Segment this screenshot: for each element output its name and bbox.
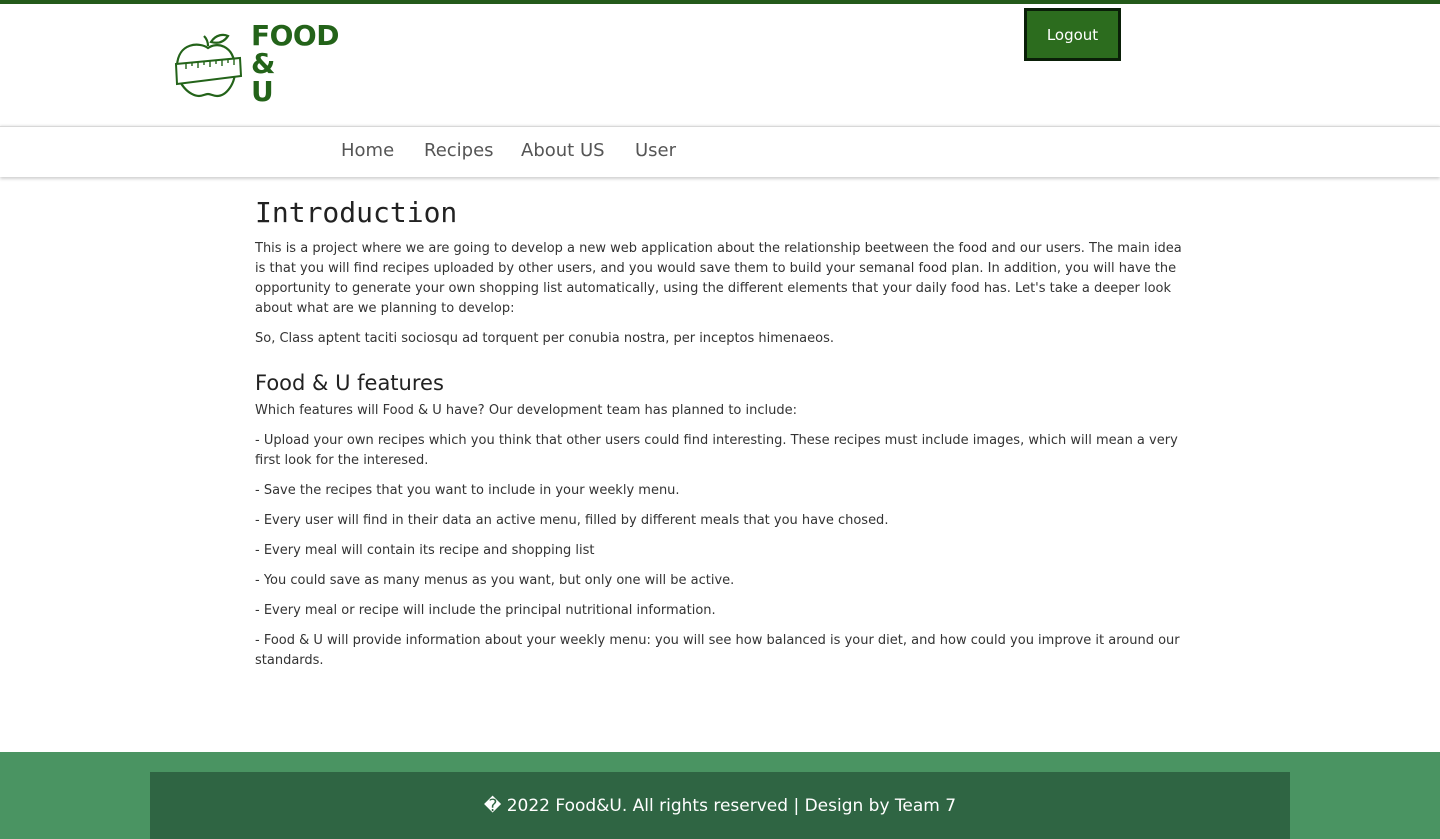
- logo-wordmark: FOOD & U: [251, 22, 339, 106]
- main-content: Introduction This is a project where we …: [255, 195, 1185, 671]
- copyright-text: � 2022 Food&U. All rights reserved | Des…: [483, 795, 957, 816]
- feature-item: - You could save as many menus as you wa…: [255, 573, 735, 588]
- feature-item: - Food & U will provide information abou…: [255, 633, 1180, 668]
- apple-measuring-tape-icon: [174, 33, 243, 98]
- feature-item: - Save the recipes that you want to incl…: [255, 483, 680, 498]
- logout-button[interactable]: Logout: [1024, 8, 1121, 61]
- feature-item: - Upload your own recipes which you thin…: [255, 433, 1178, 468]
- footer-bar: � 2022 Food&U. All rights reserved | Des…: [150, 772, 1290, 839]
- site-footer: � 2022 Food&U. All rights reserved | Des…: [0, 752, 1440, 839]
- main-nav: Home Recipes About US User: [0, 126, 1440, 177]
- site-logo[interactable]: FOOD & U: [174, 22, 350, 110]
- nav-item-recipes[interactable]: Recipes: [424, 140, 494, 161]
- nav-item-user[interactable]: User: [635, 140, 676, 161]
- nav-item-home[interactable]: Home: [341, 140, 394, 161]
- introduction-heading: Introduction: [255, 196, 458, 229]
- logo-line-2: &: [251, 47, 275, 80]
- features-lead: Which features will Food & U have? Our d…: [255, 403, 797, 418]
- features-heading: Food & U features: [255, 371, 444, 395]
- logo-line-1: FOOD: [251, 19, 339, 52]
- feature-item: - Every meal or recipe will include the …: [255, 603, 716, 618]
- nav-item-about-us[interactable]: About US: [521, 140, 605, 161]
- intro-paragraph: This is a project where we are going to …: [255, 241, 1182, 316]
- feature-item: - Every user will find in their data an …: [255, 513, 889, 528]
- logo-line-3: U: [251, 75, 274, 108]
- intro-paragraph-2: So, Class aptent taciti sociosqu ad torq…: [255, 331, 834, 346]
- site-header: FOOD & U Logout: [0, 4, 1440, 125]
- feature-item: - Every meal will contain its recipe and…: [255, 543, 595, 558]
